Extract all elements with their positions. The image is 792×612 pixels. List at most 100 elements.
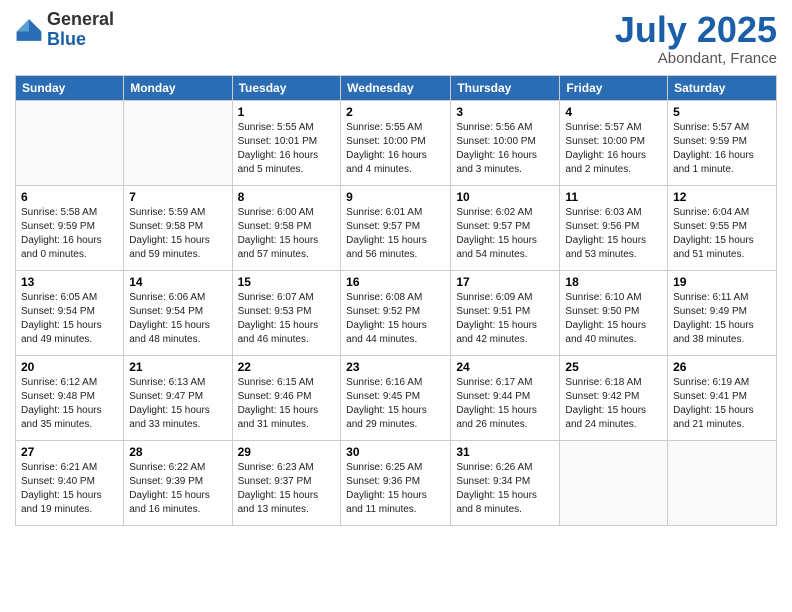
day-info: Sunrise: 6:19 AMSunset: 9:41 PMDaylight:… [673, 376, 771, 432]
calendar-cell: 28 Sunrise: 6:22 AMSunset: 9:39 PMDayligh… [124, 440, 232, 525]
day-number: 18 [565, 275, 662, 289]
day-info: Sunrise: 6:25 AMSunset: 9:36 PMDaylight:… [346, 461, 445, 517]
day-number: 16 [346, 275, 445, 289]
weekday-header-friday: Friday [560, 75, 668, 100]
day-info: Sunrise: 6:04 AMSunset: 9:55 PMDaylight:… [673, 206, 771, 262]
day-info: Sunrise: 6:26 AMSunset: 9:34 PMDaylight:… [456, 461, 554, 517]
day-number: 19 [673, 275, 771, 289]
day-info: Sunrise: 6:22 AMSunset: 9:39 PMDaylight:… [129, 461, 226, 517]
week-row-2: 6Sunrise: 5:58 AMSunset: 9:59 PMDaylight… [16, 185, 777, 270]
day-number: 29 [238, 445, 336, 459]
day-number: 21 [129, 360, 226, 374]
calendar-cell [124, 100, 232, 185]
header: General Blue July 2025 Abondant, France [15, 10, 777, 67]
calendar-cell: 5 Sunrise: 5:57 AMSunset: 9:59 PMDaylight… [668, 100, 777, 185]
calendar-cell: 19 Sunrise: 6:11 AMSunset: 9:49 PMDayligh… [668, 270, 777, 355]
calendar-cell: 30 Sunrise: 6:25 AMSunset: 9:36 PMDayligh… [341, 440, 451, 525]
calendar-cell: 2 Sunrise: 5:55 AMSunset: 10:00 PMDayligh… [341, 100, 451, 185]
day-number: 10 [456, 190, 554, 204]
day-number: 3 [456, 105, 554, 119]
day-number: 28 [129, 445, 226, 459]
page: General Blue July 2025 Abondant, France … [0, 0, 792, 612]
calendar-cell: 9Sunrise: 6:01 AMSunset: 9:57 PMDaylight… [341, 185, 451, 270]
day-info: Sunrise: 6:18 AMSunset: 9:42 PMDaylight:… [565, 376, 662, 432]
day-info: Sunrise: 6:05 AMSunset: 9:54 PMDaylight:… [21, 291, 118, 347]
calendar-cell: 21 Sunrise: 6:13 AMSunset: 9:47 PMDayligh… [124, 355, 232, 440]
day-info: Sunrise: 5:57 AMSunset: 10:00 PMDaylight… [565, 121, 662, 177]
calendar-cell: 18 Sunrise: 6:10 AMSunset: 9:50 PMDayligh… [560, 270, 668, 355]
calendar-cell: 31 Sunrise: 6:26 AMSunset: 9:34 PMDayligh… [451, 440, 560, 525]
weekday-header-monday: Monday [124, 75, 232, 100]
day-info: Sunrise: 6:03 AMSunset: 9:56 PMDaylight:… [565, 206, 662, 262]
calendar-cell: 7 Sunrise: 5:59 AMSunset: 9:58 PMDaylight… [124, 185, 232, 270]
calendar-cell: 26 Sunrise: 6:19 AMSunset: 9:41 PMDayligh… [668, 355, 777, 440]
day-number: 14 [129, 275, 226, 289]
logo: General Blue [15, 10, 114, 50]
day-number: 5 [673, 105, 771, 119]
day-info: Sunrise: 6:06 AMSunset: 9:54 PMDaylight:… [129, 291, 226, 347]
calendar-cell: 22Sunrise: 6:15 AMSunset: 9:46 PMDayligh… [232, 355, 341, 440]
day-number: 7 [129, 190, 226, 204]
day-number: 27 [21, 445, 118, 459]
calendar-cell: 12 Sunrise: 6:04 AMSunset: 9:55 PMDayligh… [668, 185, 777, 270]
calendar-cell: 6Sunrise: 5:58 AMSunset: 9:59 PMDaylight… [16, 185, 124, 270]
day-number: 13 [21, 275, 118, 289]
calendar-cell: 15 Sunrise: 6:07 AMSunset: 9:53 PMDayligh… [232, 270, 341, 355]
calendar-cell: 27 Sunrise: 6:21 AMSunset: 9:40 PMDayligh… [16, 440, 124, 525]
day-number: 2 [346, 105, 445, 119]
calendar-cell: 24Sunrise: 6:17 AMSunset: 9:44 PMDayligh… [451, 355, 560, 440]
day-info: Sunrise: 5:57 AMSunset: 9:59 PMDaylight:… [673, 121, 771, 177]
calendar-cell [560, 440, 668, 525]
calendar-cell: 23 Sunrise: 6:16 AMSunset: 9:45 PMDayligh… [341, 355, 451, 440]
day-number: 25 [565, 360, 662, 374]
weekday-header-wednesday: Wednesday [341, 75, 451, 100]
day-number: 8 [238, 190, 336, 204]
day-number: 4 [565, 105, 662, 119]
day-number: 9 [346, 190, 445, 204]
day-info: Sunrise: 5:56 AMSunset: 10:00 PMDaylight… [456, 121, 554, 177]
day-number: 31 [456, 445, 554, 459]
day-number: 6 [21, 190, 118, 204]
week-row-3: 13 Sunrise: 6:05 AMSunset: 9:54 PMDayligh… [16, 270, 777, 355]
calendar-cell: 8Sunrise: 6:00 AMSunset: 9:58 PMDaylight… [232, 185, 341, 270]
day-info: Sunrise: 5:55 AMSunset: 10:00 PMDaylight… [346, 121, 445, 177]
logo-blue-text: Blue [47, 29, 86, 49]
day-number: 17 [456, 275, 554, 289]
location-title: Abondant, France [615, 50, 777, 67]
day-number: 30 [346, 445, 445, 459]
calendar-cell: 25 Sunrise: 6:18 AMSunset: 9:42 PMDayligh… [560, 355, 668, 440]
day-number: 22 [238, 360, 336, 374]
title-block: July 2025 Abondant, France [615, 10, 777, 67]
day-info: Sunrise: 6:11 AMSunset: 9:49 PMDaylight:… [673, 291, 771, 347]
calendar-cell: 1Sunrise: 5:55 AMSunset: 10:01 PMDayligh… [232, 100, 341, 185]
weekday-header-sunday: Sunday [16, 75, 124, 100]
calendar-header-row: SundayMondayTuesdayWednesdayThursdayFrid… [16, 75, 777, 100]
day-number: 15 [238, 275, 336, 289]
weekday-header-tuesday: Tuesday [232, 75, 341, 100]
day-info: Sunrise: 6:07 AMSunset: 9:53 PMDaylight:… [238, 291, 336, 347]
calendar-cell: 17Sunrise: 6:09 AMSunset: 9:51 PMDayligh… [451, 270, 560, 355]
logo-icon [15, 16, 43, 44]
day-number: 26 [673, 360, 771, 374]
weekday-header-saturday: Saturday [668, 75, 777, 100]
day-info: Sunrise: 5:59 AMSunset: 9:58 PMDaylight:… [129, 206, 226, 262]
day-info: Sunrise: 6:08 AMSunset: 9:52 PMDaylight:… [346, 291, 445, 347]
day-info: Sunrise: 6:16 AMSunset: 9:45 PMDaylight:… [346, 376, 445, 432]
week-row-4: 20Sunrise: 6:12 AMSunset: 9:48 PMDayligh… [16, 355, 777, 440]
day-number: 23 [346, 360, 445, 374]
day-info: Sunrise: 6:17 AMSunset: 9:44 PMDaylight:… [456, 376, 554, 432]
day-info: Sunrise: 6:13 AMSunset: 9:47 PMDaylight:… [129, 376, 226, 432]
day-info: Sunrise: 6:21 AMSunset: 9:40 PMDaylight:… [21, 461, 118, 517]
calendar-cell: 13 Sunrise: 6:05 AMSunset: 9:54 PMDayligh… [16, 270, 124, 355]
day-info: Sunrise: 6:23 AMSunset: 9:37 PMDaylight:… [238, 461, 336, 517]
week-row-5: 27 Sunrise: 6:21 AMSunset: 9:40 PMDayligh… [16, 440, 777, 525]
calendar-cell [668, 440, 777, 525]
weekday-header-thursday: Thursday [451, 75, 560, 100]
calendar-cell [16, 100, 124, 185]
calendar-cell: 11Sunrise: 6:03 AMSunset: 9:56 PMDayligh… [560, 185, 668, 270]
calendar-cell: 20Sunrise: 6:12 AMSunset: 9:48 PMDayligh… [16, 355, 124, 440]
day-number: 12 [673, 190, 771, 204]
calendar-cell: 16 Sunrise: 6:08 AMSunset: 9:52 PMDayligh… [341, 270, 451, 355]
day-info: Sunrise: 6:10 AMSunset: 9:50 PMDaylight:… [565, 291, 662, 347]
calendar-cell: 29 Sunrise: 6:23 AMSunset: 9:37 PMDayligh… [232, 440, 341, 525]
